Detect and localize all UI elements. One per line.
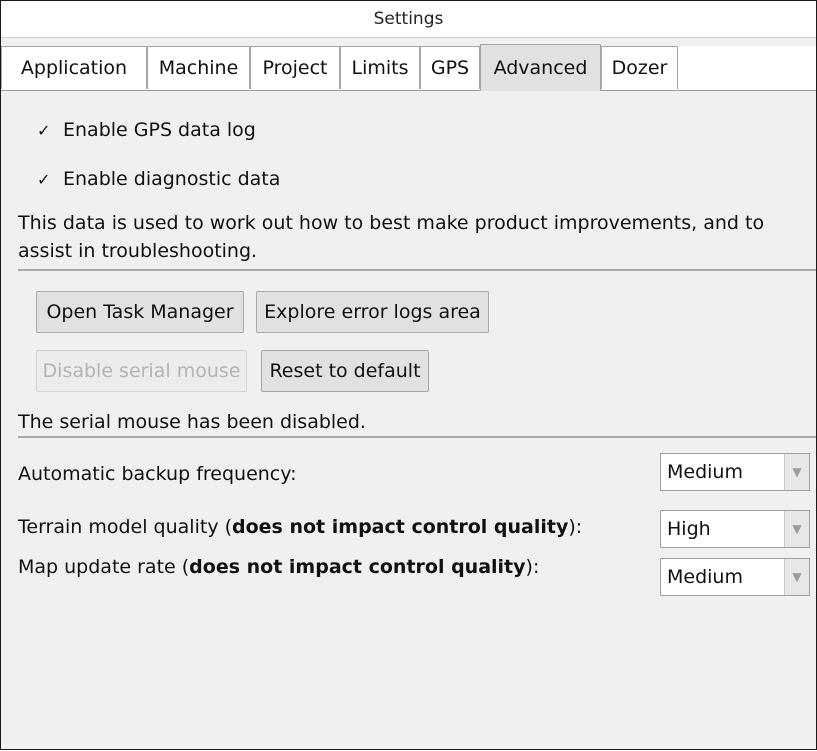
explore-error-logs-button[interactable]: Explore error logs area [256,291,489,333]
tab-application[interactable]: Application [1,46,147,89]
terrain-quality-select[interactable]: High ▼ [660,510,810,548]
tab-limits[interactable]: Limits [340,46,420,89]
terrain-quality-label-suffix: ): [568,516,583,538]
terrain-quality-value: High [667,518,711,540]
divider [18,269,816,271]
open-task-manager-button[interactable]: Open Task Manager [36,291,244,333]
chevron-down-icon[interactable]: ▼ [784,559,809,595]
advanced-panel: ✓ Enable GPS data log ✓ Enable diagnosti… [1,91,816,749]
serial-mouse-status: The serial mouse has been disabled. [18,411,366,433]
checkmark-icon: ✓ [37,120,51,140]
backup-frequency-value: Medium [667,461,743,483]
backup-frequency-select[interactable]: Medium ▼ [660,453,810,491]
tab-machine[interactable]: Machine [147,46,250,89]
diagnostic-checkbox[interactable]: ✓ Enable diagnostic data [37,168,280,190]
map-update-rate-label-emphasis: does not impact control quality [189,556,526,578]
gps-log-checkbox[interactable]: ✓ Enable GPS data log [37,119,256,141]
terrain-quality-label: Terrain model quality (does not impact c… [18,516,582,538]
map-update-rate-label-suffix: ): [525,556,540,578]
tab-project[interactable]: Project [250,46,340,89]
reset-to-default-button[interactable]: Reset to default [261,350,429,392]
terrain-quality-label-emphasis: does not impact control quality [232,516,569,538]
settings-window: Settings Application Machine Project Lim… [0,0,817,750]
backup-frequency-label: Automatic backup frequency: [18,463,297,485]
divider [18,436,816,438]
disable-serial-mouse-button: Disable serial mouse [36,350,247,392]
window-title: Settings [1,0,816,38]
tab-gps[interactable]: GPS [420,46,480,89]
map-update-rate-select[interactable]: Medium ▼ [660,558,810,596]
gps-log-label: Enable GPS data log [63,119,256,141]
map-update-rate-label-prefix: Map update rate ( [18,556,190,578]
diagnostic-description: This data is used to work out how to bes… [18,212,765,262]
tab-strip: Application Machine Project Limits GPS A… [1,44,816,91]
chevron-down-icon[interactable]: ▼ [784,454,809,490]
chevron-down-icon[interactable]: ▼ [784,511,809,547]
map-update-rate-label: Map update rate (does not impact control… [18,556,539,578]
terrain-quality-label-prefix: Terrain model quality ( [18,516,233,538]
tab-advanced[interactable]: Advanced [480,44,601,91]
tab-dozer[interactable]: Dozer [601,46,678,89]
map-update-rate-value: Medium [667,566,743,588]
diagnostic-label: Enable diagnostic data [63,168,281,190]
checkmark-icon: ✓ [37,169,51,189]
